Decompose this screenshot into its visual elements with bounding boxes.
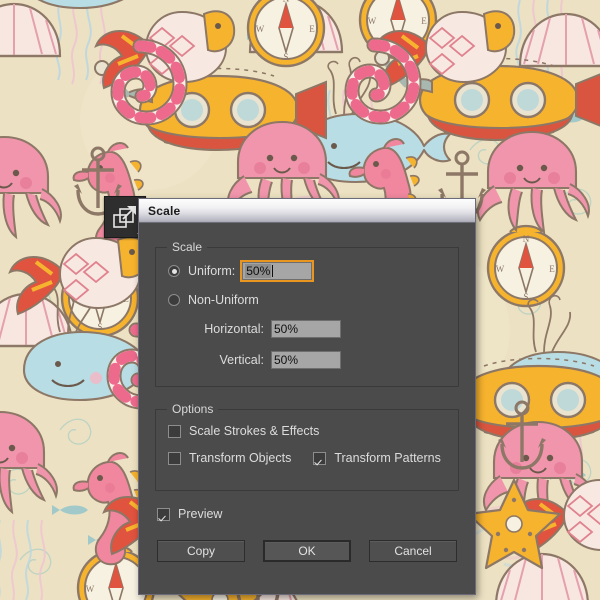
horizontal-label: Horizontal: bbox=[168, 322, 264, 336]
transform-row[interactable]: Transform Objects Transform Patterns bbox=[168, 451, 446, 465]
scale-strokes-row[interactable]: Scale Strokes & Effects bbox=[168, 424, 446, 438]
scale-group: Scale Uniform: 50% Non-Uniform Horizonta… bbox=[155, 247, 459, 387]
uniform-input[interactable]: 50% bbox=[242, 262, 312, 280]
dialog-button-row: Copy OK Cancel bbox=[155, 540, 459, 562]
preview-label: Preview bbox=[178, 507, 222, 521]
uniform-input-value: 50% bbox=[245, 264, 271, 278]
preview-checkbox[interactable] bbox=[157, 508, 170, 521]
vertical-label: Vertical: bbox=[168, 353, 264, 367]
uniform-row[interactable]: Uniform: 50% bbox=[168, 262, 446, 280]
uniform-label: Uniform: bbox=[188, 264, 235, 278]
non-uniform-label: Non-Uniform bbox=[188, 293, 259, 307]
vertical-input-value: 50% bbox=[274, 353, 298, 367]
transform-patterns-checkbox[interactable] bbox=[313, 452, 326, 465]
non-uniform-radio[interactable] bbox=[168, 294, 180, 306]
ok-button[interactable]: OK bbox=[263, 540, 351, 562]
transform-patterns-checkbox-item[interactable]: Transform Patterns bbox=[313, 451, 441, 465]
text-caret bbox=[272, 265, 273, 277]
dialog-title: Scale bbox=[148, 204, 180, 218]
vertical-row[interactable]: Vertical: 50% bbox=[168, 351, 446, 369]
options-group: Options Scale Strokes & Effects Transfor… bbox=[155, 409, 459, 491]
preview-row[interactable]: Preview bbox=[157, 507, 459, 521]
dialog-body: Scale Uniform: 50% Non-Uniform Horizonta… bbox=[139, 223, 475, 594]
non-uniform-row[interactable]: Non-Uniform bbox=[168, 293, 446, 307]
scale-strokes-label: Scale Strokes & Effects bbox=[189, 424, 319, 438]
horizontal-row[interactable]: Horizontal: 50% bbox=[168, 320, 446, 338]
scale-strokes-checkbox[interactable] bbox=[168, 425, 181, 438]
uniform-radio[interactable] bbox=[168, 265, 180, 277]
vertical-input[interactable]: 50% bbox=[271, 351, 341, 369]
transform-objects-checkbox[interactable] bbox=[168, 452, 181, 465]
copy-button[interactable]: Copy bbox=[157, 540, 245, 562]
transform-objects-label: Transform Objects bbox=[189, 451, 291, 465]
dialog-titlebar[interactable]: Scale bbox=[139, 199, 475, 223]
scale-strokes-checkbox-item[interactable]: Scale Strokes & Effects bbox=[168, 424, 319, 438]
application-canvas: N S E W bbox=[0, 0, 600, 600]
options-group-label: Options bbox=[167, 402, 218, 416]
horizontal-input-value: 50% bbox=[274, 322, 298, 336]
transform-objects-checkbox-item[interactable]: Transform Objects bbox=[168, 451, 291, 465]
horizontal-input[interactable]: 50% bbox=[271, 320, 341, 338]
transform-patterns-label: Transform Patterns bbox=[334, 451, 441, 465]
scale-dialog[interactable]: Scale Scale Uniform: 50% Non-Uniform bbox=[138, 198, 476, 595]
cancel-button[interactable]: Cancel bbox=[369, 540, 457, 562]
scale-group-label: Scale bbox=[167, 240, 207, 254]
